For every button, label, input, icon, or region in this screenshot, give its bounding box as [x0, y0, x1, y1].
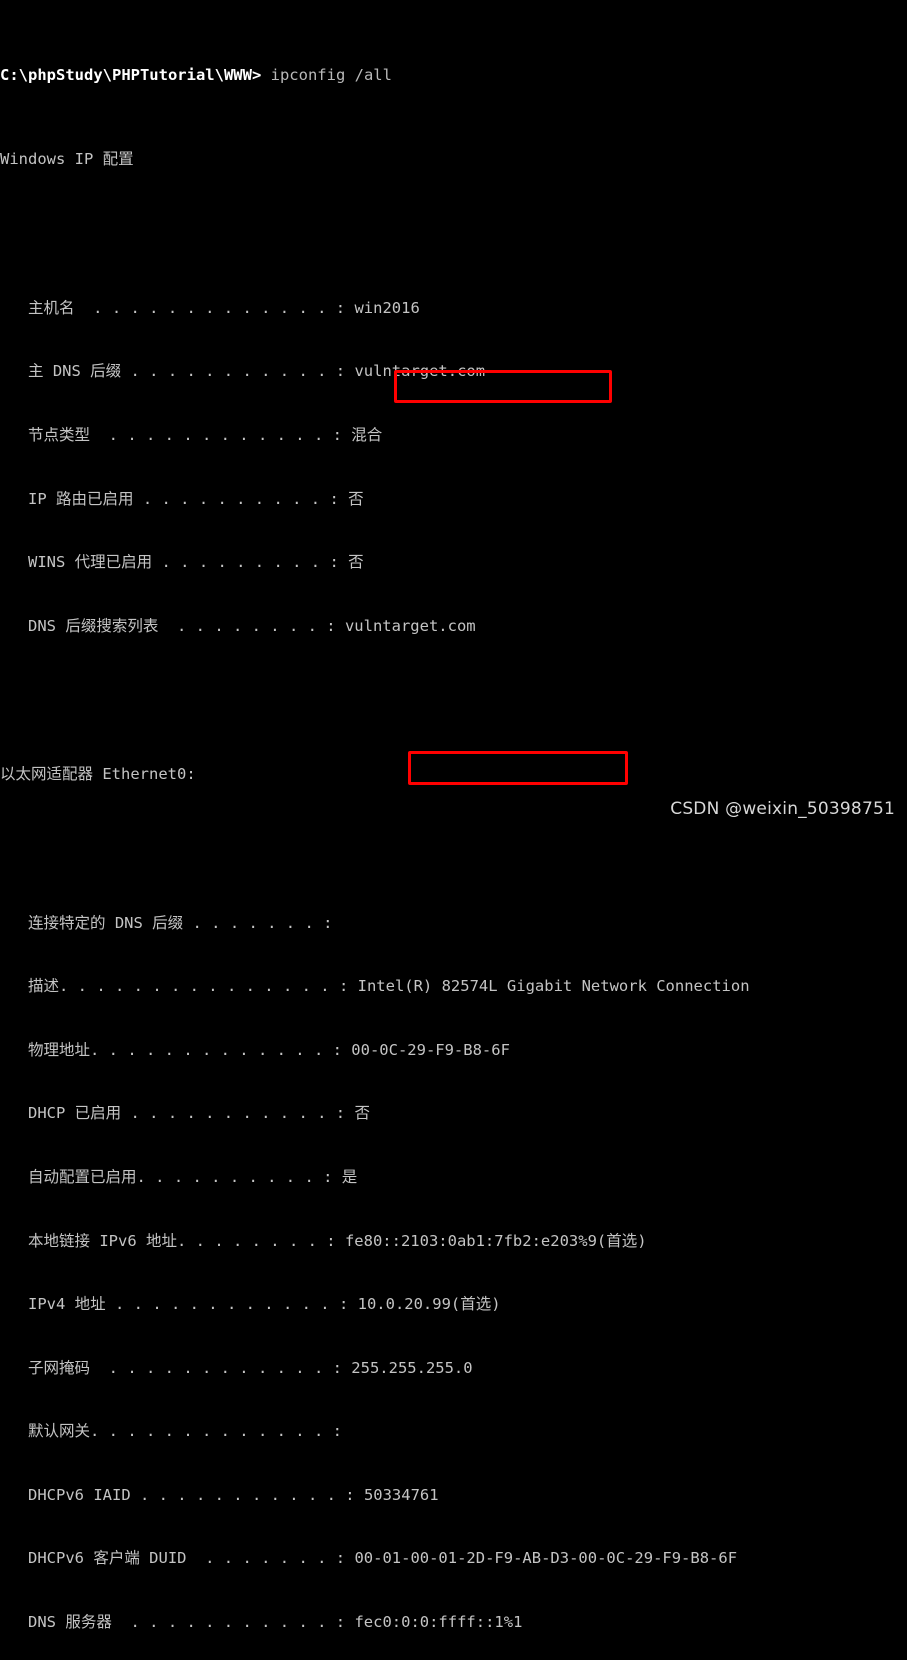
output-line-dns-suffix-search-list: DNS 后缀搜索列表 . . . . . . . . : vulntarget.…: [0, 616, 476, 635]
adapter0-subnet-mask: 子网掩码 . . . . . . . . . . . . : 255.255.2…: [0, 1358, 473, 1377]
adapter0-default-gateway: 默认网关. . . . . . . . . . . . . :: [0, 1422, 342, 1441]
adapter0-link-local-ipv6: 本地链接 IPv6 地址. . . . . . . . : fe80::2103…: [0, 1231, 647, 1250]
adapter0-connection-specific-dns-suffix: 连接特定的 DNS 后缀 . . . . . . . :: [0, 913, 333, 932]
adapter0-header: 以太网适配器 Ethernet0:: [0, 765, 196, 784]
adapter0-dns-server-1: DNS 服务器 . . . . . . . . . . . : fec0:0:0…: [0, 1613, 523, 1632]
adapter0-autoconfig-enabled: 自动配置已启用. . . . . . . . . . : 是: [0, 1167, 358, 1186]
adapter0-dhcp-enabled: DHCP 已启用 . . . . . . . . . . . : 否: [0, 1104, 370, 1123]
output-line-ip-routing: IP 路由已启用 . . . . . . . . . . : 否: [0, 489, 364, 508]
windows-ip-config-header: Windows IP 配置: [0, 150, 134, 169]
output-line-node-type: 节点类型 . . . . . . . . . . . . : 混合: [0, 425, 383, 444]
adapter0-ipv4-address: IPv4 地址 . . . . . . . . . . . . : 10.0.2…: [0, 1295, 501, 1314]
terminal-console[interactable]: C:\phpStudy\PHPTutorial\WWW> ipconfig /a…: [0, 0, 907, 1631]
csdn-watermark: CSDN @weixin_50398751: [670, 799, 895, 819]
prompt-line: C:\phpStudy\PHPTutorial\WWW> ipconfig /a…: [0, 65, 907, 86]
adapter0-physical-address: 物理地址. . . . . . . . . . . . . : 00-0C-29…: [0, 1040, 510, 1059]
output-line-primary-dns-suffix: 主 DNS 后缀 . . . . . . . . . . . : vulntar…: [0, 362, 486, 381]
adapter0-description: 描述. . . . . . . . . . . . . . . : Intel(…: [0, 977, 750, 996]
adapter0-dhcpv6-client-duid: DHCPv6 客户端 DUID . . . . . . . : 00-01-00…: [0, 1549, 738, 1568]
output-line-hostname: 主机名 . . . . . . . . . . . . . : win2016: [0, 298, 420, 317]
adapter0-dhcpv6-iaid: DHCPv6 IAID . . . . . . . . . . . : 5033…: [0, 1485, 439, 1504]
prompt-path: C:\phpStudy\PHPTutorial\WWW>: [0, 65, 262, 84]
prompt-command: ipconfig /all: [261, 65, 392, 84]
output-line-wins-proxy: WINS 代理已启用 . . . . . . . . . : 否: [0, 553, 364, 572]
